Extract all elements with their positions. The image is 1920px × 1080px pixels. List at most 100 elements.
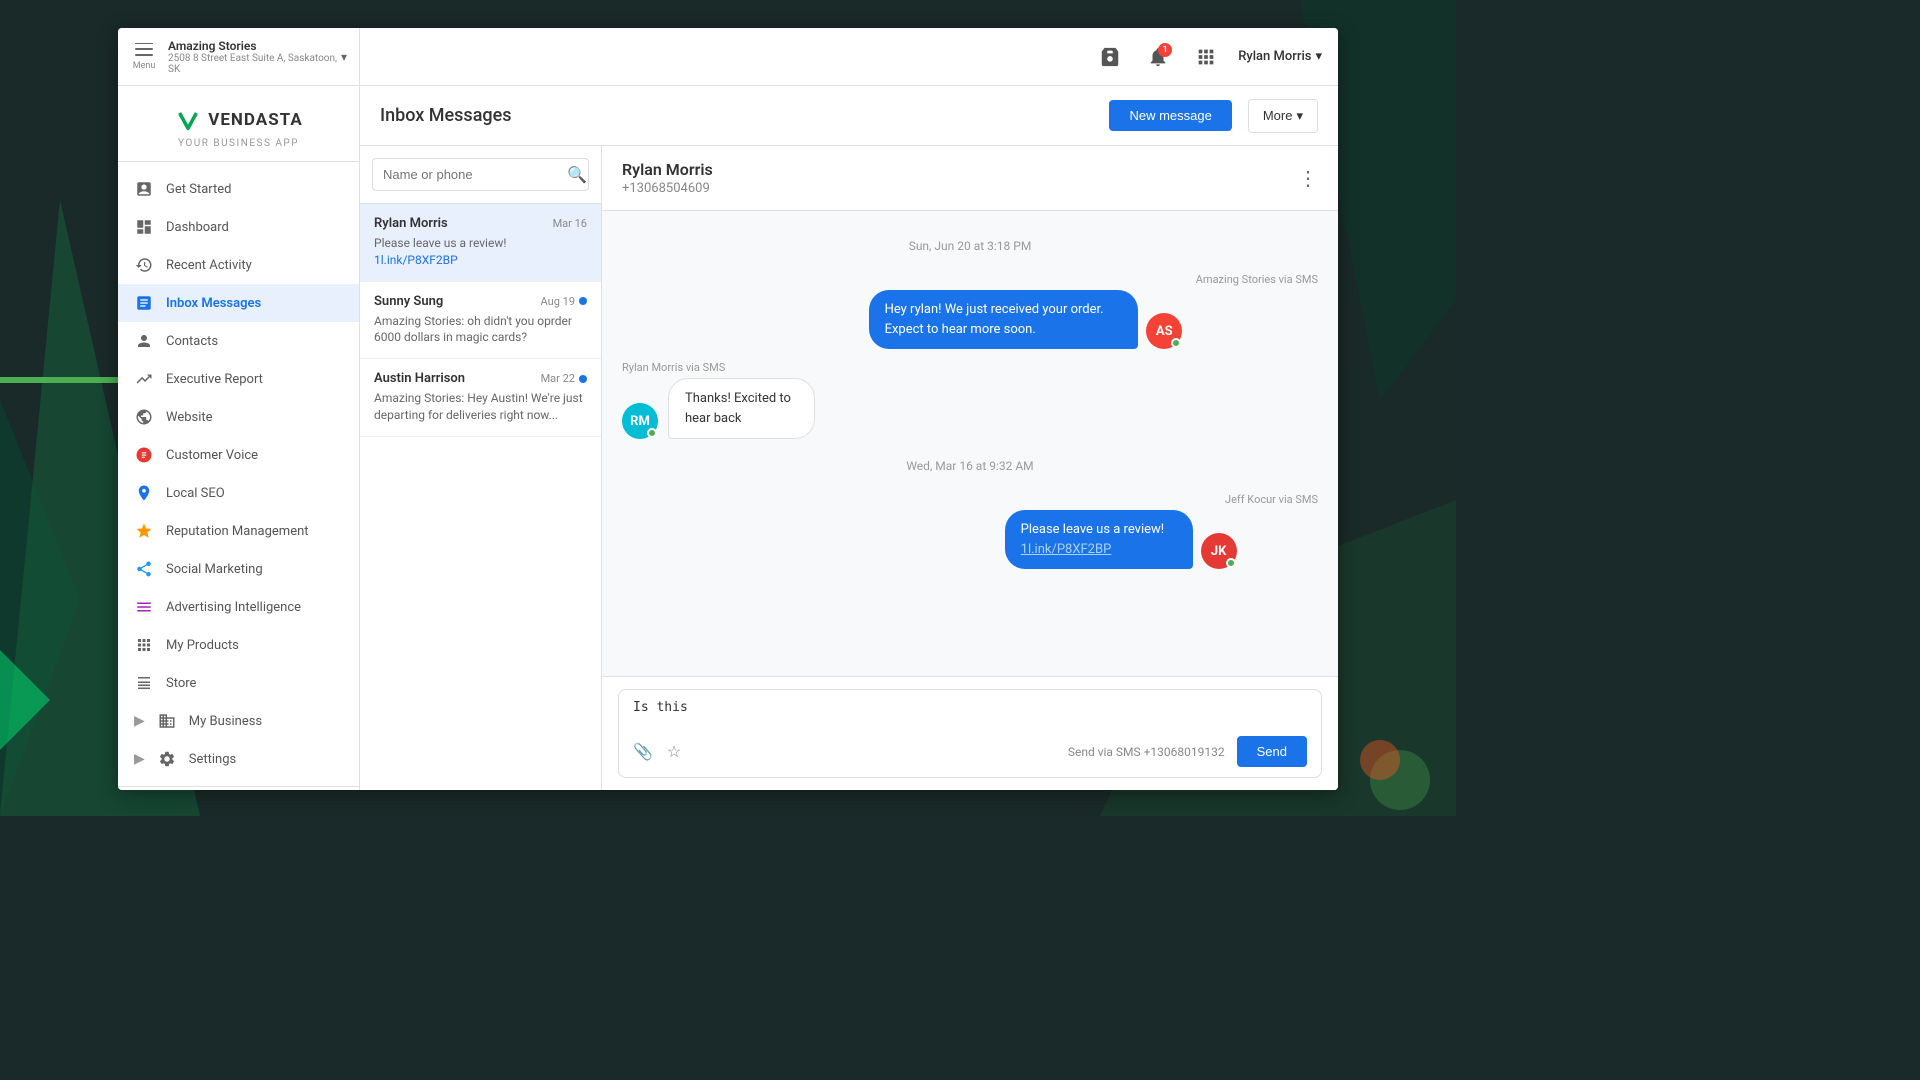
settings-icon bbox=[157, 749, 177, 769]
sidebar-label-local-seo: Local SEO bbox=[166, 486, 225, 501]
online-dot-rm bbox=[647, 428, 657, 438]
chat-more-button[interactable]: ⋮ bbox=[1298, 166, 1318, 191]
msg-sender-label-1: Amazing Stories via SMS bbox=[1196, 273, 1318, 286]
msg-date-rylan: Mar 16 bbox=[553, 217, 587, 230]
recent-activity-icon bbox=[134, 255, 154, 275]
sidebar-item-my-products[interactable]: My Products bbox=[118, 626, 359, 664]
store-icon bbox=[134, 673, 154, 693]
sidebar-logo: VENDASTA YOUR BUSINESS APP bbox=[118, 86, 359, 162]
sidebar-nav: Get Started Dashboard Recent Activity bbox=[118, 162, 359, 786]
sidebar-item-contacts[interactable]: Contacts bbox=[118, 322, 359, 360]
chat-input-icons: 📎 ☆ bbox=[633, 742, 681, 761]
sidebar-item-my-business[interactable]: ▶ My Business bbox=[118, 702, 359, 740]
sidebar-bottom: V Vendasta Corporate Only Contact Rylan … bbox=[118, 786, 359, 790]
content-header: Inbox Messages New message More ▾ bbox=[360, 86, 1338, 146]
business-dropdown-arrow[interactable]: ▾ bbox=[341, 50, 347, 64]
message-item-sunny[interactable]: Sunny Sung Aug 19 Amazing Stories: oh di… bbox=[360, 282, 601, 360]
search-input[interactable] bbox=[383, 167, 559, 182]
sidebar-item-settings[interactable]: ▶ Settings bbox=[118, 740, 359, 778]
inbox-messages-icon bbox=[134, 293, 154, 313]
sidebar-item-website[interactable]: Website bbox=[118, 398, 359, 436]
sidebar-item-reputation-management[interactable]: Reputation Management bbox=[118, 512, 359, 550]
search-bar: 🔍 bbox=[360, 146, 601, 204]
bubble-3: Please leave us a review! 1l.ink/P8XF2BP bbox=[1005, 510, 1193, 569]
msg-sender-label-2: Rylan Morris via SMS bbox=[622, 361, 725, 374]
sidebar-item-social-marketing[interactable]: Social Marketing bbox=[118, 550, 359, 588]
sidebar-item-recent-activity[interactable]: Recent Activity bbox=[118, 246, 359, 284]
msg-bubble-outgoing-1: Amazing Stories via SMS Hey rylan! We ju… bbox=[622, 273, 1318, 349]
sidebar-item-inbox-messages[interactable]: Inbox Messages bbox=[118, 284, 359, 322]
sidebar-label-my-business: My Business bbox=[189, 714, 262, 729]
chat-area: Rylan Morris +13068504609 ⋮ Sun, Jun 20 … bbox=[602, 146, 1338, 790]
reputation-management-icon bbox=[134, 521, 154, 541]
sidebar-label-website: Website bbox=[166, 410, 213, 425]
date-divider-1: Sun, Jun 20 at 3:18 PM bbox=[622, 239, 1318, 253]
msg-sender-austin: Austin Harrison bbox=[374, 371, 465, 386]
search-icon: 🔍 bbox=[567, 165, 587, 184]
send-via-text: Send via SMS +13068019132 bbox=[1068, 745, 1225, 759]
business-address: 2508 8 Street East Suite A, Saskatoon, S… bbox=[168, 53, 337, 75]
message-items: Rylan Morris Mar 16 Please leave us a re… bbox=[360, 204, 601, 790]
settings-expand-icon: ▶ bbox=[134, 751, 145, 767]
star-icon[interactable]: ☆ bbox=[667, 742, 681, 761]
social-marketing-icon bbox=[134, 559, 154, 579]
top-bar: Menu Amazing Stories 2508 8 Street East … bbox=[118, 28, 1338, 86]
menu-icon[interactable]: Menu bbox=[130, 43, 158, 71]
sidebar-label-advertising-intelligence: Advertising Intelligence bbox=[166, 600, 301, 615]
content-title: Inbox Messages bbox=[380, 105, 1093, 126]
msg-bubble-outgoing-2: Jeff Kocur via SMS Please leave us a rev… bbox=[622, 493, 1318, 569]
msg-sender-sunny: Sunny Sung bbox=[374, 294, 443, 309]
msg-sender-label-3: Jeff Kocur via SMS bbox=[1225, 493, 1318, 506]
sidebar-item-executive-report[interactable]: Executive Report bbox=[118, 360, 359, 398]
sidebar-item-store[interactable]: Store bbox=[118, 664, 359, 702]
message-item-austin[interactable]: Austin Harrison Mar 22 Amazing Stories: … bbox=[360, 359, 601, 437]
business-info: Amazing Stories 2508 8 Street East Suite… bbox=[168, 39, 337, 75]
executive-report-icon bbox=[134, 369, 154, 389]
chat-messages: Sun, Jun 20 at 3:18 PM Amazing Stories v… bbox=[602, 211, 1338, 676]
content-area: Inbox Messages New message More ▾ 🔍 bbox=[360, 86, 1338, 790]
chat-contact-name: Rylan Morris bbox=[622, 160, 713, 179]
chat-contact-info: Rylan Morris +13068504609 bbox=[622, 160, 713, 196]
sidebar-label-reputation-management: Reputation Management bbox=[166, 524, 309, 539]
chat-input-footer: 📎 ☆ Send via SMS +13068019132 Send bbox=[633, 736, 1307, 767]
attachment-icon[interactable]: 📎 bbox=[633, 742, 653, 761]
advertising-intelligence-icon bbox=[134, 597, 154, 617]
online-dot-jk bbox=[1226, 558, 1236, 568]
unread-dot-austin bbox=[579, 375, 587, 383]
sidebar-label-social-marketing: Social Marketing bbox=[166, 562, 263, 577]
business-name: Amazing Stories bbox=[168, 39, 337, 53]
sidebar-label-my-products: My Products bbox=[166, 638, 239, 653]
dashboard-icon bbox=[134, 217, 154, 237]
msg-preview-austin: Amazing Stories: Hey Austin! We're just … bbox=[374, 390, 587, 424]
sidebar-item-local-seo[interactable]: Local SEO bbox=[118, 474, 359, 512]
sidebar-item-dashboard[interactable]: Dashboard bbox=[118, 208, 359, 246]
message-list: 🔍 Rylan Morris Mar 16 Please leave us a … bbox=[360, 146, 602, 790]
avatar-rm: RM bbox=[622, 403, 658, 439]
search-input-wrap[interactable]: 🔍 bbox=[372, 158, 589, 191]
chat-header: Rylan Morris +13068504609 ⋮ bbox=[602, 146, 1338, 211]
new-message-button[interactable]: New message bbox=[1109, 100, 1231, 131]
logo-subtext: YOUR BUSINESS APP bbox=[178, 138, 299, 149]
sidebar-item-customer-voice[interactable]: Customer Voice bbox=[118, 436, 359, 474]
my-products-icon bbox=[134, 635, 154, 655]
bubble-1: Hey rylan! We just received your order. … bbox=[869, 290, 1139, 349]
sidebar-item-get-started[interactable]: Get Started bbox=[118, 170, 359, 208]
send-button[interactable]: Send bbox=[1237, 736, 1307, 767]
cart-icon[interactable] bbox=[1094, 41, 1126, 73]
grid-apps-icon[interactable] bbox=[1190, 41, 1222, 73]
sidebar-label-settings: Settings bbox=[189, 752, 236, 767]
sidebar-label-get-started: Get Started bbox=[166, 182, 231, 197]
user-name[interactable]: Rylan Morris ▾ bbox=[1238, 49, 1322, 64]
msg-bubble-incoming-1: Rylan Morris via SMS RM Thanks! Excited … bbox=[622, 361, 1318, 439]
top-bar-right: 1 Rylan Morris ▾ bbox=[360, 41, 1338, 73]
sidebar-item-advertising-intelligence[interactable]: Advertising Intelligence bbox=[118, 588, 359, 626]
more-button[interactable]: More ▾ bbox=[1248, 99, 1318, 133]
message-item-rylan[interactable]: Rylan Morris Mar 16 Please leave us a re… bbox=[360, 204, 601, 282]
customer-voice-icon bbox=[134, 445, 154, 465]
msg-preview-sunny: Amazing Stories: oh didn't you oprder 60… bbox=[374, 313, 587, 347]
sidebar-label-inbox-messages: Inbox Messages bbox=[166, 296, 261, 311]
notification-icon[interactable]: 1 bbox=[1142, 41, 1174, 73]
contacts-icon bbox=[134, 331, 154, 351]
chat-input[interactable]: Is this bbox=[633, 700, 1307, 728]
date-divider-2: Wed, Mar 16 at 9:32 AM bbox=[622, 459, 1318, 473]
